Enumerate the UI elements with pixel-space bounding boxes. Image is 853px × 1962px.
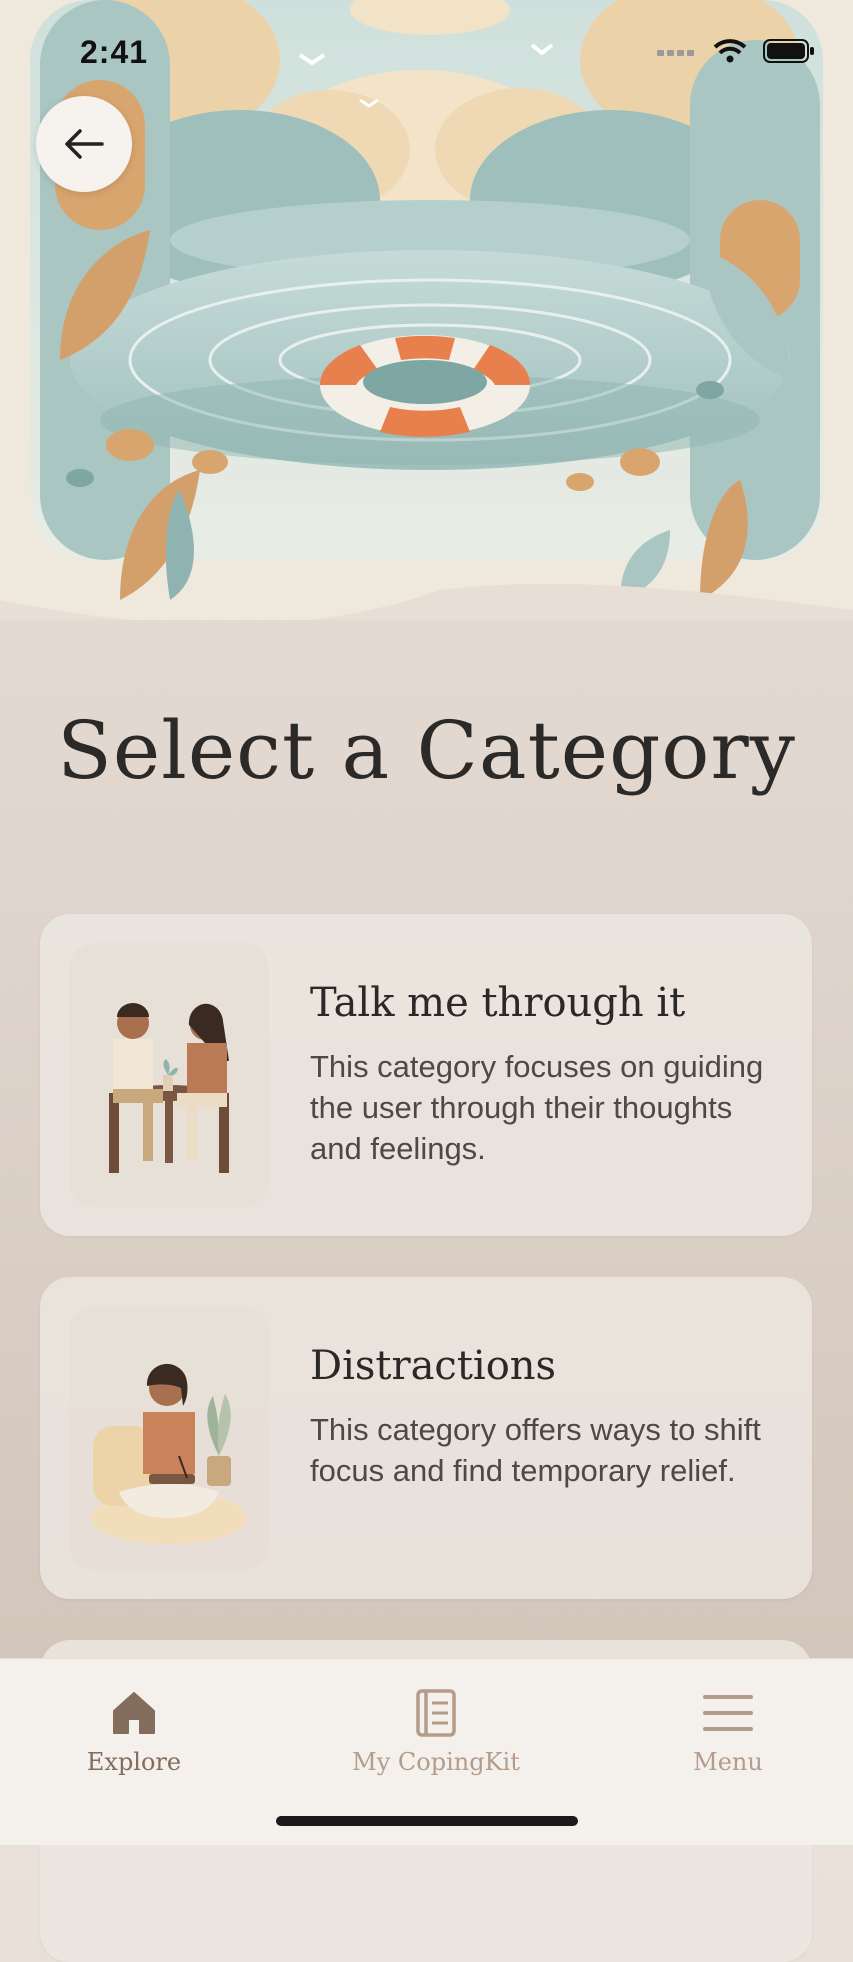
page-title: Select a Category [57,704,796,797]
menu-icon [703,1695,753,1731]
category-title: Talk me through it [310,980,686,1026]
tab-label: My CopingKit [352,1748,520,1776]
status-time: 2:41 [80,34,149,70]
category-card-distractions[interactable]: Distractions This category offers ways t… [40,1277,812,1599]
category-thumbnail [69,943,269,1207]
tab-explore[interactable]: Explore [34,1689,234,1776]
person-journaling-illustration [91,1363,247,1544]
home-icon [113,1692,155,1734]
battery-icon [763,39,814,63]
wifi-icon [713,39,747,63]
category-thumbnail [69,1306,269,1570]
signal-icon [657,50,694,56]
back-button[interactable] [36,96,132,192]
two-people-talking-illustration [109,1003,229,1173]
tab-label: Menu [693,1748,763,1776]
status-bar: 2:41 [0,0,853,110]
category-description: This category focuses on guiding the use… [310,1049,764,1166]
tab-label: Explore [86,1748,182,1776]
journal-icon [416,1689,456,1737]
tab-my-copingkit[interactable]: My CopingKit [336,1689,536,1776]
status-icons [657,38,815,64]
category-title: Distractions [310,1343,557,1389]
tab-menu[interactable]: Menu [628,1689,828,1776]
arrow-left-icon [65,129,104,159]
home-indicator [276,1816,578,1826]
category-card-talk[interactable]: Talk me through it This category focuses… [40,914,812,1236]
category-description: This category offers ways to shift focus… [310,1412,761,1488]
